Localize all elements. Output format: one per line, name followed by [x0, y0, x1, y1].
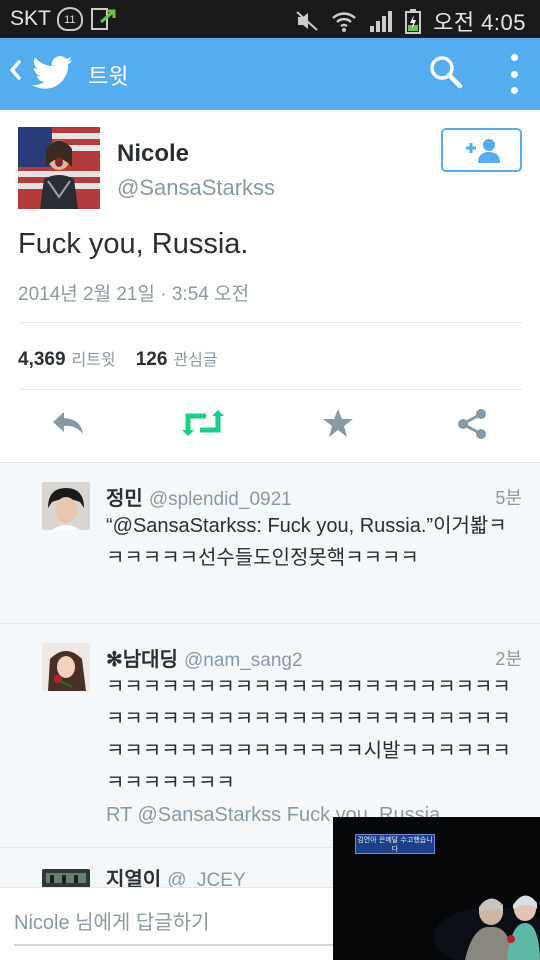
- reply-author-handle[interactable]: @nam_sang2: [184, 650, 303, 671]
- reply-author[interactable]: 정민 @splendid_0921: [106, 482, 292, 511]
- reply-author-name[interactable]: 지열이: [106, 869, 161, 887]
- user-avatar[interactable]: [18, 127, 100, 209]
- mute-icon: [296, 11, 318, 31]
- reply-item[interactable]: ✻남대딩 @nam_sang2 2분 ㅋㅋㅋㅋㅋㅋㅋㅋㅋㅋㅋㅋㅋㅋㅋㅋㅋㅋㅋㅋㅋㅋ…: [0, 623, 540, 847]
- overflow-dot-icon: [510, 54, 518, 61]
- follow-button[interactable]: [441, 128, 522, 172]
- favorite-button[interactable]: [322, 408, 354, 442]
- favorite-count[interactable]: 126: [136, 349, 168, 371]
- retweet-count[interactable]: 4,369: [18, 349, 66, 371]
- favorite-star-icon: [323, 409, 353, 437]
- user-handle[interactable]: @SansaStarkss: [117, 175, 275, 201]
- retweet-button[interactable]: [182, 408, 224, 442]
- reply-author-name[interactable]: 정민: [106, 488, 143, 510]
- reply-icon: [53, 412, 83, 434]
- video-caption: 김연아 은메달 수고했습니다: [355, 834, 435, 854]
- tweet-actions: [0, 400, 540, 456]
- reply-text: “@SansaStarkss: Fuck you, Russia.”이거봛ㅋㅋㅋ…: [106, 515, 507, 569]
- divider: [18, 322, 522, 323]
- reply-avatar[interactable]: [42, 643, 90, 691]
- battery-charging-icon: [405, 9, 422, 34]
- video-overlay[interactable]: 김연아 은메달 수고했습니다: [333, 817, 540, 960]
- search-icon: [430, 56, 463, 89]
- notification-badge-icon: 11: [56, 7, 83, 31]
- user-name[interactable]: Nicole: [117, 140, 189, 168]
- reply-input[interactable]: [14, 902, 334, 946]
- reply-item[interactable]: 정민 @splendid_0921 5분 “@SansaStarkss: Fuck…: [0, 462, 540, 622]
- twitter-bird-icon[interactable]: [32, 52, 74, 96]
- search-button[interactable]: [428, 54, 464, 94]
- status-left: SKT 11: [10, 6, 117, 32]
- share-button[interactable]: [456, 408, 488, 444]
- reply-author[interactable]: 지열이 @_JCEY: [106, 863, 246, 887]
- overflow-dot-icon: [510, 87, 518, 94]
- favorite-label[interactable]: 관심글: [173, 346, 217, 370]
- screen-capture-icon: [90, 8, 116, 30]
- carrier-label: SKT: [10, 7, 51, 30]
- wifi-icon: [332, 12, 356, 32]
- share-icon: [458, 409, 486, 439]
- reply-text: ㅋㅋㅋㅋㅋㅋㅋㅋㅋㅋㅋㅋㅋㅋㅋㅋㅋㅋㅋㅋㅋㅋㅋㅋㅋㅋㅋㅋㅋㅋㅋㅋㅋㅋㅋㅋㅋㅋㅋㅋ…: [106, 676, 511, 794]
- reply-author[interactable]: ✻남대딩 @nam_sang2: [106, 643, 303, 672]
- signal-icon: [370, 11, 393, 32]
- add-user-icon: [465, 139, 500, 163]
- retweet-label[interactable]: 리트윗: [72, 346, 116, 370]
- tweet-text: Fuck you, Russia.: [18, 228, 249, 260]
- reply-avatar[interactable]: [42, 869, 90, 887]
- back-button[interactable]: [8, 58, 22, 89]
- reply-author-name[interactable]: ✻남대딩: [106, 649, 178, 671]
- status-right: 오전 4:05: [295, 5, 526, 37]
- reply-author-handle[interactable]: @splendid_0921: [149, 489, 292, 510]
- overflow-menu-button[interactable]: [504, 54, 524, 94]
- reply-author-handle[interactable]: @_JCEY: [167, 870, 245, 887]
- tweet-timestamp: 2014년 2월 21일 · 3:54 오전: [18, 284, 250, 305]
- clock: 오전 4:05: [433, 10, 526, 35]
- retweet-icon: [182, 410, 224, 436]
- overflow-dot-icon: [510, 70, 518, 78]
- reply-time: 2분: [495, 649, 522, 669]
- avatar-photo: [18, 127, 100, 209]
- reply-time: 5분: [495, 488, 522, 508]
- action-bar: 트윗: [0, 38, 540, 110]
- reply-button[interactable]: [50, 408, 86, 442]
- reply-avatar[interactable]: [42, 482, 90, 530]
- divider: [18, 389, 522, 390]
- status-bar: SKT 11 오전 4:05: [0, 0, 540, 38]
- chevron-left-icon: [10, 60, 21, 80]
- notification-badge-count: 11: [64, 14, 76, 26]
- tweet-stats: 4,369 리트윗 126 관심글: [18, 346, 232, 371]
- page-title: 트윗: [88, 65, 129, 90]
